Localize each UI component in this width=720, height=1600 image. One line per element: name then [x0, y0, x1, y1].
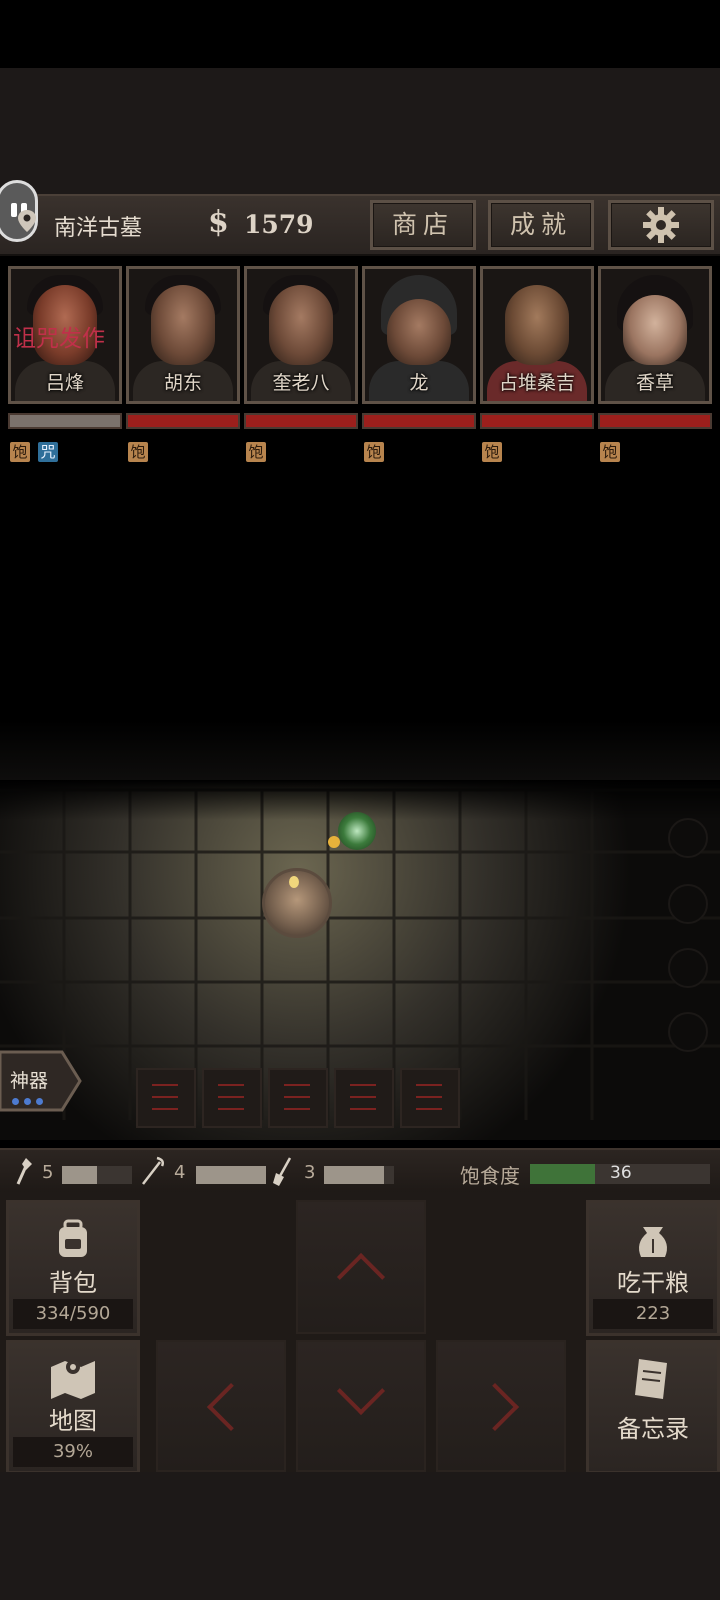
head-lamp-icon: [289, 876, 299, 888]
health-bar: [126, 413, 240, 429]
dungeon-wall-shadow: [0, 720, 720, 780]
memo-button[interactable]: 备忘录: [586, 1340, 720, 1474]
rope-count: 4: [174, 1162, 186, 1183]
arrow-right-icon: [470, 1382, 520, 1432]
character-name: 占堆桑吉: [498, 372, 575, 394]
health-bar: [480, 413, 594, 429]
map-button[interactable]: 地图 39%: [6, 1340, 140, 1474]
character-portrait-3[interactable]: 奎老八: [244, 266, 358, 404]
shop-button[interactable]: 商店: [370, 200, 476, 250]
map-marker-slot: [668, 948, 708, 988]
shovel-icon: [273, 1157, 292, 1186]
torch-spark-icon: [328, 836, 340, 848]
bottom-dark-band: [0, 1472, 720, 1600]
character-name: 奎老八: [272, 372, 330, 394]
torch-icon: [16, 1158, 32, 1185]
satiety-value: 36: [610, 1163, 632, 1183]
shovel-count: 3: [304, 1162, 316, 1183]
torch-count: 5: [42, 1162, 54, 1183]
item-slot[interactable]: [400, 1068, 460, 1128]
arrow-down-icon: [336, 1366, 386, 1416]
memo-label: 备忘录: [617, 1415, 689, 1443]
ration-sack-icon: [639, 1227, 667, 1257]
artifact-charge-dot: [12, 1098, 19, 1105]
full-status-badge: 饱: [128, 442, 148, 462]
backpack-button[interactable]: 背包 334/590: [6, 1200, 140, 1336]
location-pin-icon: [16, 209, 38, 233]
curse-status-text: 诅咒发作: [13, 326, 105, 352]
character-portrait-6[interactable]: 香草: [598, 266, 712, 404]
item-slot[interactable]: [334, 1068, 394, 1128]
eat-rations-label: 吃干粮: [617, 1269, 689, 1297]
item-slot[interactable]: [136, 1068, 196, 1128]
map-marker-slot: [668, 884, 708, 924]
character-portrait-2[interactable]: 胡东: [126, 266, 240, 404]
rope-level-bar: [196, 1166, 266, 1184]
map-label: 地图: [49, 1407, 97, 1435]
memo-book-icon: [635, 1359, 667, 1399]
character-portrait-5[interactable]: 占堆桑吉: [480, 266, 594, 404]
character-name: 胡东: [163, 372, 202, 394]
backpack-capacity: 334/590: [13, 1299, 133, 1329]
gear-icon: [643, 207, 679, 243]
achievements-button[interactable]: 成就: [488, 200, 594, 250]
full-status-badge: 饱: [600, 442, 620, 462]
full-status-badge: 饱: [10, 442, 30, 462]
map-explored-percent: 39%: [13, 1437, 133, 1467]
torch-level-bar: [62, 1166, 132, 1184]
money-icon: $: [208, 205, 229, 240]
character-portrait-4[interactable]: 龙: [362, 266, 476, 404]
satiety-label: 饱食度: [460, 1164, 520, 1188]
item-slot[interactable]: [268, 1068, 328, 1128]
eat-rations-button[interactable]: 吃干粮 223: [586, 1200, 720, 1336]
full-status-badge: 饱: [246, 442, 266, 462]
status-bar: [0, 0, 720, 68]
shovel-level-bar: [324, 1166, 394, 1184]
artifact-charge-dot: [24, 1098, 31, 1105]
rations-count: 223: [593, 1299, 713, 1329]
curse-status-badge: 咒: [38, 442, 58, 462]
artifact-charge-dot: [36, 1098, 43, 1105]
health-bar: [362, 413, 476, 429]
move-left-button[interactable]: [156, 1340, 286, 1472]
move-down-button[interactable]: [296, 1340, 426, 1472]
location-name: 南洋古墓: [54, 216, 143, 241]
backpack-label: 背包: [49, 1269, 97, 1297]
green-gem-item-icon[interactable]: [338, 812, 376, 850]
move-up-button[interactable]: [296, 1200, 426, 1334]
arrow-up-icon: [336, 1252, 386, 1302]
full-status-badge: 饱: [364, 442, 384, 462]
map-icon: [51, 1360, 95, 1399]
arrow-left-icon: [206, 1382, 256, 1432]
map-marker-slot: [668, 1012, 708, 1052]
move-right-button[interactable]: [436, 1340, 566, 1472]
item-slot[interactable]: [202, 1068, 262, 1128]
map-marker-slot: [668, 818, 708, 858]
money-amount: 1579: [244, 210, 314, 239]
health-bar: [244, 413, 358, 429]
character-name: 香草: [635, 372, 674, 394]
character-name: 龙: [409, 372, 429, 394]
health-bar: [8, 413, 122, 429]
full-status-badge: 饱: [482, 442, 502, 462]
character-name: 吕烽: [45, 372, 84, 394]
health-bar: [598, 413, 712, 429]
rope-hook-icon: [142, 1156, 165, 1185]
artifact-label: 神器: [10, 1070, 49, 1092]
top-dark-band: [0, 68, 720, 196]
settings-button[interactable]: [608, 200, 714, 250]
backpack-icon: [59, 1219, 87, 1257]
character-portrait-1[interactable]: 诅咒发作 吕烽: [8, 266, 122, 404]
